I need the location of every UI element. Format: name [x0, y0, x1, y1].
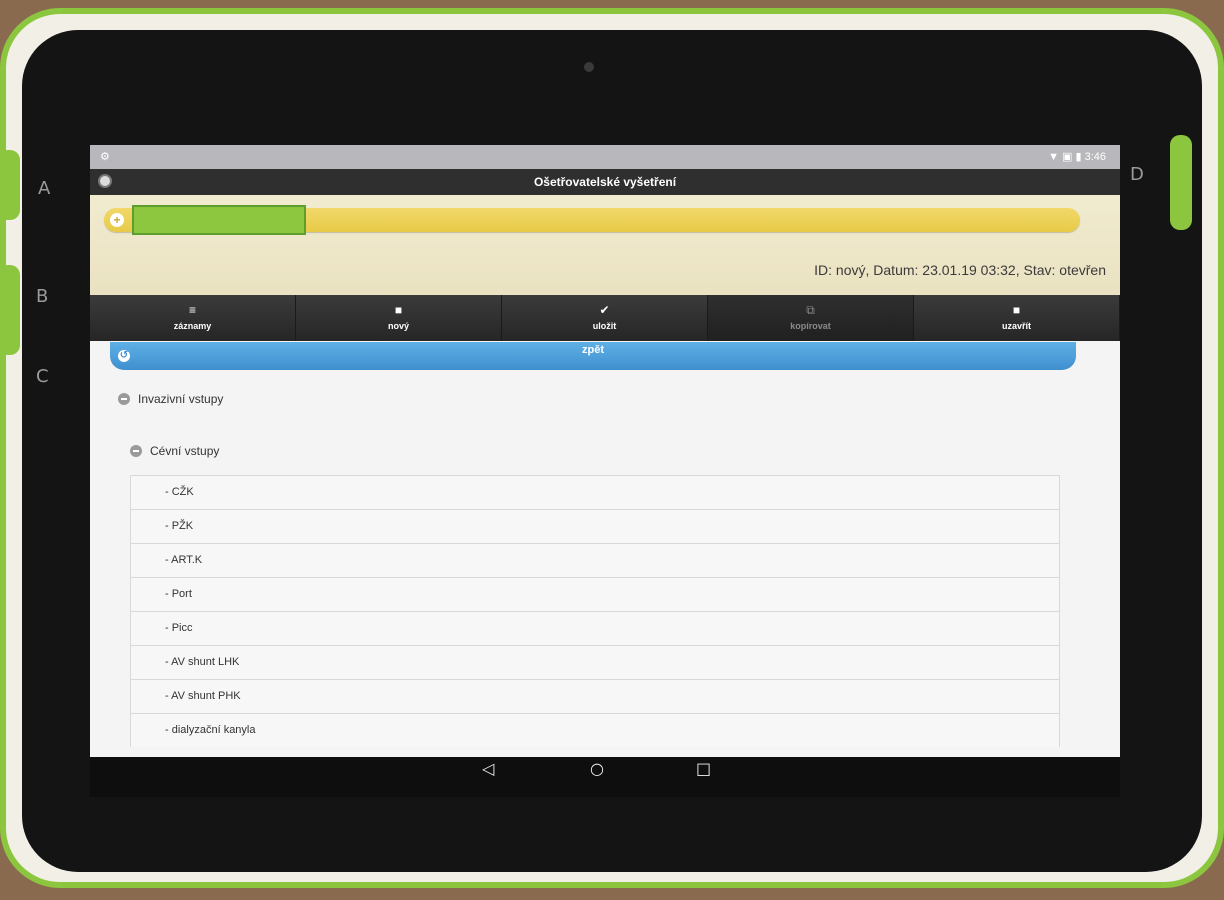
list-item-label: - dialyzační kanyla	[165, 724, 256, 736]
copy-icon: ⧉	[806, 303, 815, 317]
list-item-label: - PŽK	[165, 520, 194, 532]
patient-bar[interactable]: +	[104, 205, 1080, 235]
patient-panel: + ID: nový, Datum: 23.01.19 03:32, Stav:…	[90, 195, 1120, 307]
expand-patient-icon[interactable]: +	[110, 213, 124, 227]
collapse-icon[interactable]	[130, 445, 142, 457]
list-item[interactable]: - AV shunt LHK	[130, 645, 1060, 679]
records-button[interactable]: ≡ záznamy	[90, 295, 296, 341]
app-title: Ošetřovatelské vyšetření	[533, 175, 677, 189]
toolbar: ≡ záznamy ■ nový ✔ uložit ⧉ kopírovat ■ …	[90, 295, 1120, 341]
list-item-label: - AV shunt LHK	[165, 656, 240, 668]
key-letter-c: C	[36, 366, 49, 387]
key-letter-b: B	[36, 286, 49, 307]
status-bar: ⚙ ▼ ▣ ▮ 3:46	[90, 145, 1120, 169]
section-vascular-label: Cévní vstupy	[150, 444, 220, 458]
nav-back-icon[interactable]: ◁	[482, 759, 494, 778]
section-invasive-label: Invazivní vstupy	[138, 392, 224, 406]
app-bar: Ošetřovatelské vyšetření	[90, 169, 1120, 195]
close-record-button[interactable]: ■ uzavřít	[914, 295, 1120, 341]
list-item-label: - Picc	[165, 622, 193, 634]
records-icon: ≡	[188, 303, 196, 317]
form-content: Invazivní vstupy Cévní vstupy - CŽK - PŽ…	[90, 370, 1120, 747]
back-button-label: zpět	[582, 344, 604, 356]
key-letter-d: D	[1130, 164, 1144, 185]
key-letter-a: A	[38, 178, 51, 199]
list-item-label: - CŽK	[165, 486, 194, 498]
new-button[interactable]: ■ nový	[296, 295, 502, 341]
patient-name-redacted	[132, 205, 306, 235]
new-document-icon: ■	[394, 303, 403, 317]
save-button-label: uložit	[592, 321, 617, 331]
list-item[interactable]: - CŽK	[130, 475, 1060, 509]
check-icon: ✔	[599, 303, 610, 317]
nav-home-icon[interactable]: ○	[590, 759, 604, 778]
record-meta: ID: nový, Datum: 23.01.19 03:32, Stav: o…	[814, 262, 1106, 278]
records-button-label: záznamy	[173, 321, 212, 331]
close-record-button-label: uzavřít	[1001, 321, 1031, 331]
tablet-screen: ⚙ ▼ ▣ ▮ 3:46 Ošetřovatelské vyšetření + …	[90, 145, 1120, 757]
save-button[interactable]: ✔ uložit	[502, 295, 708, 341]
copy-button-label: kopírovat	[790, 321, 831, 331]
section-vascular-inputs[interactable]: Cévní vstupy	[130, 444, 219, 458]
side-key-a[interactable]	[0, 150, 20, 220]
list-item[interactable]: - PŽK	[130, 509, 1060, 543]
list-item-label: - AV shunt PHK	[165, 690, 241, 702]
list-item-label: - ART.K	[165, 554, 203, 566]
camera-icon	[584, 62, 594, 72]
back-button[interactable]: ↺ zpět	[110, 342, 1076, 370]
status-indicators: ▼ ▣ ▮ 3:46	[1048, 151, 1106, 163]
side-key-d[interactable]	[1170, 135, 1192, 230]
list-item[interactable]: - Picc	[130, 611, 1060, 645]
android-nav-bar: ◁ ○ □	[90, 757, 1120, 797]
list-item[interactable]: - dialyzační kanyla	[130, 713, 1060, 747]
lock-icon: ■	[1012, 303, 1021, 317]
vascular-item-list: - CŽK - PŽK - ART.K - Port - Picc - AV s…	[130, 475, 1060, 747]
nav-recents-icon[interactable]: □	[696, 759, 711, 778]
collapse-icon[interactable]	[118, 393, 130, 405]
copy-button[interactable]: ⧉ kopírovat	[708, 295, 914, 341]
list-item[interactable]: - ART.K	[130, 543, 1060, 577]
list-item[interactable]: - AV shunt PHK	[130, 679, 1060, 713]
list-item-label: - Port	[165, 588, 192, 600]
new-button-label: nový	[387, 321, 409, 331]
notification-icon: ⚙	[100, 151, 110, 163]
side-key-b[interactable]	[0, 265, 20, 355]
list-item[interactable]: - Port	[130, 577, 1060, 611]
section-invasive-inputs[interactable]: Invazivní vstupy	[118, 392, 223, 406]
